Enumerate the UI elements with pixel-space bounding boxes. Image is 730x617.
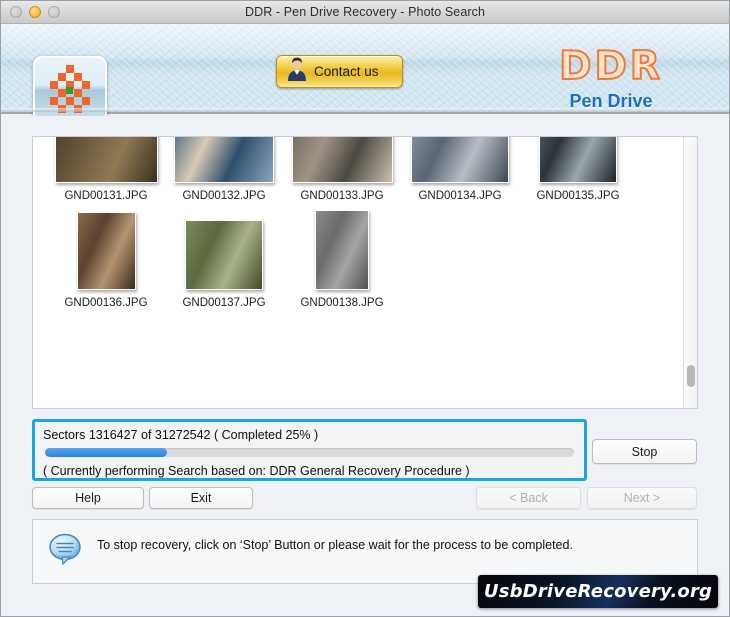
brand-primary-text: DDR bbox=[558, 44, 663, 89]
thumbnail-filename: GND00137.JPG bbox=[182, 297, 266, 309]
thumbnail-item[interactable]: GND00132.JPG bbox=[165, 137, 283, 202]
main-body: GND00131.JPG GND00132.JPG GND00133.JPG GND0… bbox=[1, 116, 729, 616]
thumbnail-filename: GND00136.JPG bbox=[64, 297, 148, 309]
thumbnail-item[interactable]: GND00134.JPG bbox=[401, 137, 519, 202]
thumbnail-filename: GND00138.JPG bbox=[300, 297, 384, 309]
thumbnail-slot bbox=[76, 208, 136, 290]
progress-bar-track bbox=[45, 448, 574, 457]
progress-sectors-text: Sectors 1316427 of 31272542 ( Completed … bbox=[43, 428, 319, 442]
next-button: Next > bbox=[587, 487, 697, 509]
thumbnail-filename: GND00131.JPG bbox=[64, 190, 148, 202]
thumbnail-image[interactable] bbox=[185, 220, 263, 290]
progress-bar-fill bbox=[45, 448, 167, 457]
thumbnail-item[interactable]: GND00138.JPG bbox=[283, 208, 401, 309]
thumbnail-item[interactable]: GND00131.JPG bbox=[47, 137, 165, 202]
brand-logo: DDR Pen Drive bbox=[511, 44, 711, 112]
thumbnail-filename: GND00134.JPG bbox=[418, 190, 502, 202]
thumbnail-filename: GND00133.JPG bbox=[300, 190, 384, 202]
thumbnail-filename: GND00135.JPG bbox=[536, 190, 620, 202]
app-header: Contact us DDR Pen Drive bbox=[1, 24, 729, 122]
thumbnail-scroll-area: GND00131.JPG GND00132.JPG GND00133.JPG GND0… bbox=[33, 137, 683, 408]
thumbnail-scrollbar[interactable] bbox=[683, 137, 697, 408]
thumbnail-panel: GND00131.JPG GND00132.JPG GND00133.JPG GND0… bbox=[32, 136, 698, 409]
thumbnail-filename: GND00132.JPG bbox=[182, 190, 266, 202]
thumbnail-image[interactable] bbox=[54, 137, 158, 183]
thumbnail-image[interactable] bbox=[291, 137, 393, 183]
title-bar: DDR - Pen Drive Recovery - Photo Search bbox=[1, 1, 729, 24]
thumbnail-item[interactable]: GND00136.JPG bbox=[47, 208, 165, 309]
back-button: < Back bbox=[476, 487, 581, 509]
thumbnail-slot bbox=[174, 137, 274, 183]
app-window: DDR - Pen Drive Recovery - Photo Search bbox=[0, 0, 730, 617]
thumbnail-image[interactable] bbox=[174, 137, 274, 183]
info-message: To stop recovery, click on ‘Stop’ Button… bbox=[97, 538, 573, 552]
progress-panel: Sectors 1316427 of 31272542 ( Completed … bbox=[32, 419, 587, 481]
thumbnail-image[interactable] bbox=[411, 137, 509, 183]
brand-secondary-text: Pen Drive bbox=[569, 91, 653, 111]
speech-bubble-info-icon bbox=[49, 533, 83, 570]
ddr-app-icon bbox=[33, 56, 107, 122]
thumbnail-item[interactable]: GND00137.JPG bbox=[165, 208, 283, 309]
person-icon bbox=[286, 57, 308, 86]
thumbnail-slot bbox=[185, 208, 263, 290]
thumbnail-image[interactable] bbox=[539, 137, 617, 183]
thumbnail-grid: GND00131.JPG GND00132.JPG GND00133.JPG GND0… bbox=[47, 137, 683, 315]
window-title: DDR - Pen Drive Recovery - Photo Search bbox=[244, 5, 486, 19]
thumbnail-item[interactable]: GND00133.JPG bbox=[283, 137, 401, 202]
progress-status-text: ( Currently performing Search based on: … bbox=[43, 464, 470, 478]
thumbnail-image[interactable] bbox=[76, 212, 136, 290]
contact-us-button[interactable]: Contact us bbox=[276, 55, 403, 88]
watermark-badge: UsbDriveRecovery.org bbox=[478, 575, 718, 608]
stop-button[interactable]: Stop bbox=[592, 439, 697, 464]
thumbnail-slot bbox=[54, 137, 158, 183]
thumbnail-slot bbox=[539, 137, 617, 183]
watermark-text: UsbDriveRecovery.org bbox=[483, 581, 713, 602]
thumbnail-slot bbox=[411, 137, 509, 183]
contact-us-label: Contact us bbox=[314, 64, 379, 79]
scrollbar-thumb[interactable] bbox=[687, 365, 695, 387]
thumbnail-image[interactable] bbox=[315, 210, 369, 290]
thumbnail-slot bbox=[291, 137, 393, 183]
thumbnail-item[interactable]: GND00135.JPG bbox=[519, 137, 637, 202]
thumbnail-slot bbox=[315, 208, 369, 290]
exit-button[interactable]: Exit bbox=[149, 487, 253, 509]
help-button[interactable]: Help bbox=[32, 487, 144, 509]
